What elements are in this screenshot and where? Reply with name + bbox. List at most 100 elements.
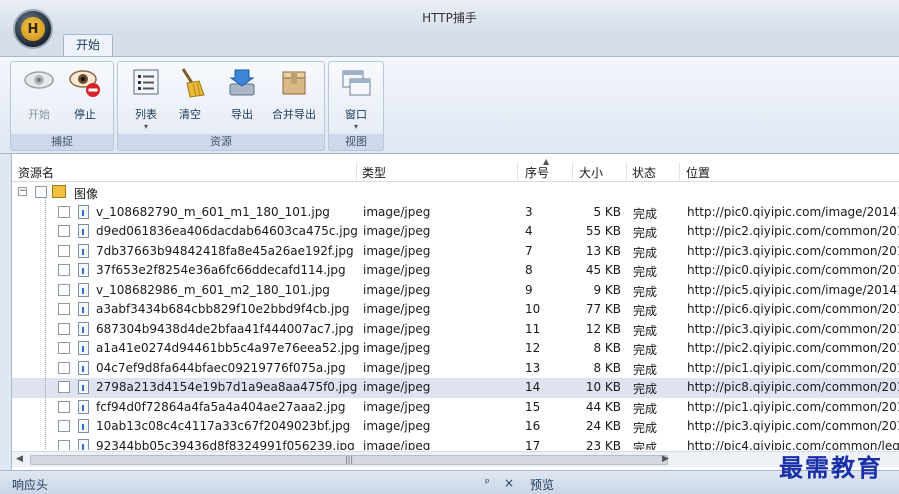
resource-type: image/jpeg	[363, 321, 431, 336]
resource-name: 04c7ef9d8fa644bfaec09219776f075a.jpg	[96, 360, 346, 375]
resource-name: d9ed061836ea406dacdab64603ca475c.jpg	[96, 224, 358, 238]
app-menu-button[interactable]: H	[13, 9, 53, 49]
table-row[interactable]: 04c7ef9d8fa644bfaec09219776f075a.jpg imag…	[12, 359, 899, 379]
checkbox[interactable]	[58, 400, 70, 413]
resource-seq: 17	[525, 438, 541, 451]
image-file-icon	[78, 341, 89, 355]
resource-location: http://pic1.qiyipic.com/common/201	[687, 399, 899, 414]
export-button[interactable]: 导出	[222, 66, 262, 132]
column-divider[interactable]	[517, 162, 518, 180]
image-file-icon	[78, 360, 89, 375]
column-header-type[interactable]: 类型	[362, 164, 386, 181]
image-file-icon	[78, 263, 89, 277]
tab-start[interactable]: 开始	[63, 34, 113, 56]
collapse-icon[interactable]: −	[18, 187, 27, 196]
resource-status: 完成	[633, 304, 658, 318]
column-divider[interactable]	[679, 162, 680, 180]
checkbox[interactable]	[58, 244, 70, 257]
resource-type: image/jpeg	[363, 263, 431, 277]
table-row[interactable]: v_108682790_m_601_m1_180_101.jpg image/jp…	[12, 203, 899, 223]
image-file-icon	[78, 380, 89, 394]
resource-type: image/jpeg	[363, 419, 431, 433]
resource-name: 92344bb05c39436d8f8324991f056239.jpg	[96, 438, 355, 451]
table-row[interactable]: 687304b9438d4de2bfaa41f444007ac7.jpg imag…	[12, 320, 899, 340]
start-button[interactable]: 开始	[19, 66, 59, 132]
checkbox[interactable]	[58, 283, 70, 296]
resource-type: image/jpeg	[363, 243, 431, 258]
resource-name: a1a41e0274d94461bb5c4a97e76eea52.jpg	[96, 341, 360, 355]
column-header-seq[interactable]: 序号	[525, 164, 549, 181]
chevron-down-icon: ▾	[353, 122, 358, 131]
resource-size: 44 KB	[585, 399, 621, 414]
image-file-icon	[78, 399, 89, 414]
table-row[interactable]: a1a41e0274d94461bb5c4a97e76eea52.jpg imag…	[12, 339, 899, 359]
checkbox[interactable]	[58, 420, 70, 432]
resource-type: image/jpeg	[363, 438, 431, 451]
resource-size: 77 KB	[585, 302, 621, 316]
table-row[interactable]: fcf94d0f72864a4fa5a4a404ae27aaa2.jpg imag…	[12, 398, 899, 418]
checkbox[interactable]	[58, 303, 70, 315]
resource-status: 完成	[633, 206, 658, 221]
resource-location: http://pic3.qiyipic.com/common/201	[687, 243, 899, 258]
checkbox[interactable]	[58, 225, 70, 237]
checkbox[interactable]	[58, 205, 70, 218]
resource-status: 完成	[633, 226, 658, 240]
export-button-label: 导出	[231, 108, 253, 121]
ribbon-group-view-label: 视图	[329, 134, 383, 150]
resource-name: 2798a213d4154e19b7d1a9ea8aa475f0.jpg	[96, 380, 358, 394]
scroll-right-icon[interactable]: ▶	[662, 454, 669, 464]
table-row[interactable]: 92344bb05c39436d8f8324991f056239.jpg imag…	[12, 437, 899, 451]
image-file-icon	[78, 419, 89, 433]
window-button[interactable]: 窗口 ▾	[336, 66, 376, 132]
resource-list: − 图像 v_108682790_m_601_m1_180_101.jpg ima…	[12, 183, 899, 450]
checkbox[interactable]	[58, 381, 70, 393]
checkbox[interactable]	[58, 439, 70, 450]
table-row[interactable]: d9ed061836ea406dacdab64603ca475c.jpg imag…	[12, 222, 899, 242]
image-file-icon	[78, 302, 89, 316]
table-row[interactable]: 10ab13c08c4c4117a33c67f2049023bf.jpg imag…	[12, 417, 899, 437]
resource-seq: 8	[525, 263, 533, 277]
table-row[interactable]: 7db37663b94842418fa8e45a26ae192f.jpg imag…	[12, 242, 899, 262]
column-header-name[interactable]: 资源名	[18, 164, 54, 181]
checkbox[interactable]	[58, 264, 70, 276]
resource-seq: 9	[525, 282, 533, 297]
ribbon: 开始 停止 捕捉 列表 ▾ 清空 导出 合并导出 资源 窗口 ▾ 视图	[0, 56, 899, 154]
pin-icon[interactable]: ᵖ	[485, 476, 490, 489]
ribbon-group-capture: 开始 停止 捕捉	[10, 61, 114, 151]
resource-type: image/jpeg	[363, 204, 431, 219]
resource-seq: 15	[525, 399, 541, 414]
resource-size: 10 KB	[585, 380, 621, 394]
column-header-location[interactable]: 位置	[686, 164, 710, 181]
checkbox[interactable]	[58, 361, 70, 374]
checkbox[interactable]	[58, 342, 70, 354]
column-divider[interactable]	[572, 162, 573, 180]
clear-button[interactable]: 清空	[170, 66, 210, 132]
table-row[interactable]: v_108682986_m_601_m2_180_101.jpg image/jp…	[12, 281, 899, 301]
horizontal-scrollbar[interactable]: ◀ ||| ▶	[12, 451, 899, 467]
resource-type: image/jpeg	[363, 360, 431, 375]
merge-export-button[interactable]: 合并导出	[268, 66, 320, 132]
table-row[interactable]: 2798a213d4154e19b7d1a9ea8aa475f0.jpg imag…	[12, 378, 899, 398]
resource-name: 687304b9438d4de2bfaa41f444007ac7.jpg	[96, 321, 354, 336]
resource-seq: 12	[525, 341, 541, 355]
column-header-status[interactable]: 状态	[632, 164, 656, 181]
resource-seq: 7	[525, 243, 533, 258]
column-header-size[interactable]: 大小	[579, 164, 603, 181]
resource-location: http://pic1.qiyipic.com/common/201	[687, 360, 899, 375]
column-divider[interactable]	[356, 162, 357, 180]
list-button[interactable]: 列表 ▾	[126, 66, 166, 132]
close-icon[interactable]: ×	[504, 476, 514, 490]
table-row[interactable]: a3abf3434b684cbb829f10e2bbd9f4cb.jpg imag…	[12, 300, 899, 320]
response-header-panel-title[interactable]: 响应头	[12, 476, 48, 493]
scroll-left-icon[interactable]: ◀	[16, 454, 23, 464]
tree-root-row[interactable]: − 图像	[12, 183, 899, 203]
column-divider[interactable]	[626, 162, 627, 180]
tree-root-label: 图像	[74, 187, 99, 201]
preview-panel-title[interactable]: 预览	[530, 476, 554, 493]
resource-size: 5 KB	[593, 204, 621, 219]
resource-location: http://pic3.qiyipic.com/common/201	[687, 321, 899, 336]
scrollbar-thumb[interactable]: |||	[30, 455, 668, 465]
checkbox[interactable]	[58, 322, 70, 335]
table-row[interactable]: 37f653e2f8254e36a6fc66ddecafd114.jpg imag…	[12, 261, 899, 281]
stop-button[interactable]: 停止	[65, 66, 105, 132]
